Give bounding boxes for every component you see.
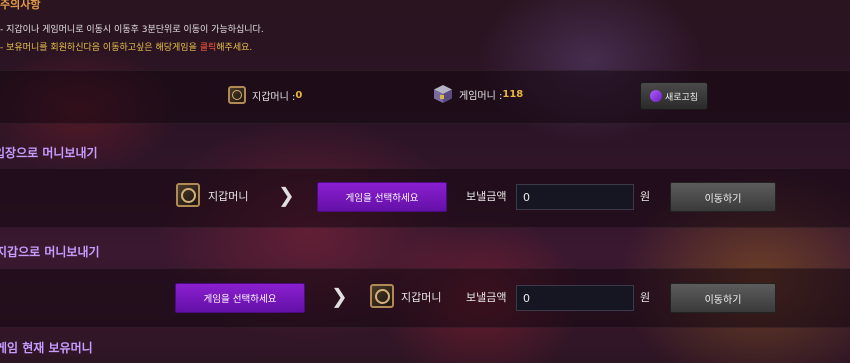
unit-label-row-2: 원 — [640, 291, 651, 304]
amount-label-row-1: 보낼금액 — [466, 190, 507, 203]
amount-input-row-2[interactable] — [516, 285, 634, 311]
wallet-balance-label: 지갑머니 : — [252, 91, 296, 103]
move-button-row-1[interactable]: 이동하기 — [670, 182, 776, 212]
notice-line-2: - 보유머니를 회원하신다음 이동하고싶은 해당게임을 클릭해주세요. — [0, 40, 252, 53]
chevron-right-icon: ❯ — [278, 183, 295, 207]
notice-line-1: - 지갑이나 게임머니로 이동시 이동후 3분단위로 이동이 가능하십니다. — [0, 25, 264, 35]
wallet-safe-icon — [176, 183, 200, 207]
game-balance-label: 게임머니 : — [459, 90, 503, 102]
section-title-game-holdings: 게임 현재 보유머니 — [0, 341, 93, 355]
wallet-safe-icon — [228, 86, 246, 104]
refresh-button-label: 새로고침 — [664, 92, 699, 103]
refresh-button[interactable]: 새로고침 — [640, 82, 708, 110]
wallet-balance-value: 0 — [295, 89, 303, 101]
notice-title: 주의사항 — [0, 0, 41, 11]
select-game-button-row-1[interactable]: 게임을 선택하세요 — [317, 182, 447, 212]
game-balance: 게임머니 : 118 — [432, 83, 523, 105]
section-title-to-game: 입장으로 머니보내기 — [0, 146, 98, 160]
wallet-label-row-1: 지갑머니 — [208, 190, 249, 203]
unit-label-row-1: 원 — [640, 190, 651, 203]
amount-input-row-1[interactable] — [516, 184, 634, 210]
game-balance-value: 118 — [502, 88, 524, 100]
notice-highlight: 클릭 — [199, 43, 217, 53]
balance-band — [0, 70, 850, 124]
wallet-icon-row-2 — [370, 284, 394, 308]
wallet-icon-row-1 — [176, 183, 200, 207]
wallet-balance: 지갑머니 : 0 — [228, 86, 302, 104]
select-game-button-row-2[interactable]: 게임을 선택하세요 — [175, 283, 305, 313]
move-button-row-2[interactable]: 이동하기 — [670, 283, 776, 313]
notice-line-2-post: 해주세요. — [216, 43, 253, 53]
chevron-right-icon: ❯ — [331, 284, 348, 308]
refresh-icon — [649, 90, 662, 102]
wallet-safe-icon — [370, 284, 394, 308]
amount-label-row-2: 보낼금액 — [466, 291, 507, 304]
notice-line-2-pre: - 보유머니를 회원하신다음 이동하고싶은 해당게임을 — [0, 43, 200, 53]
section-title-to-wallet: 지갑으로 머니보내기 — [0, 245, 100, 259]
wallet-label-row-2: 지갑머니 — [401, 291, 442, 304]
game-cube-icon — [434, 85, 452, 103]
